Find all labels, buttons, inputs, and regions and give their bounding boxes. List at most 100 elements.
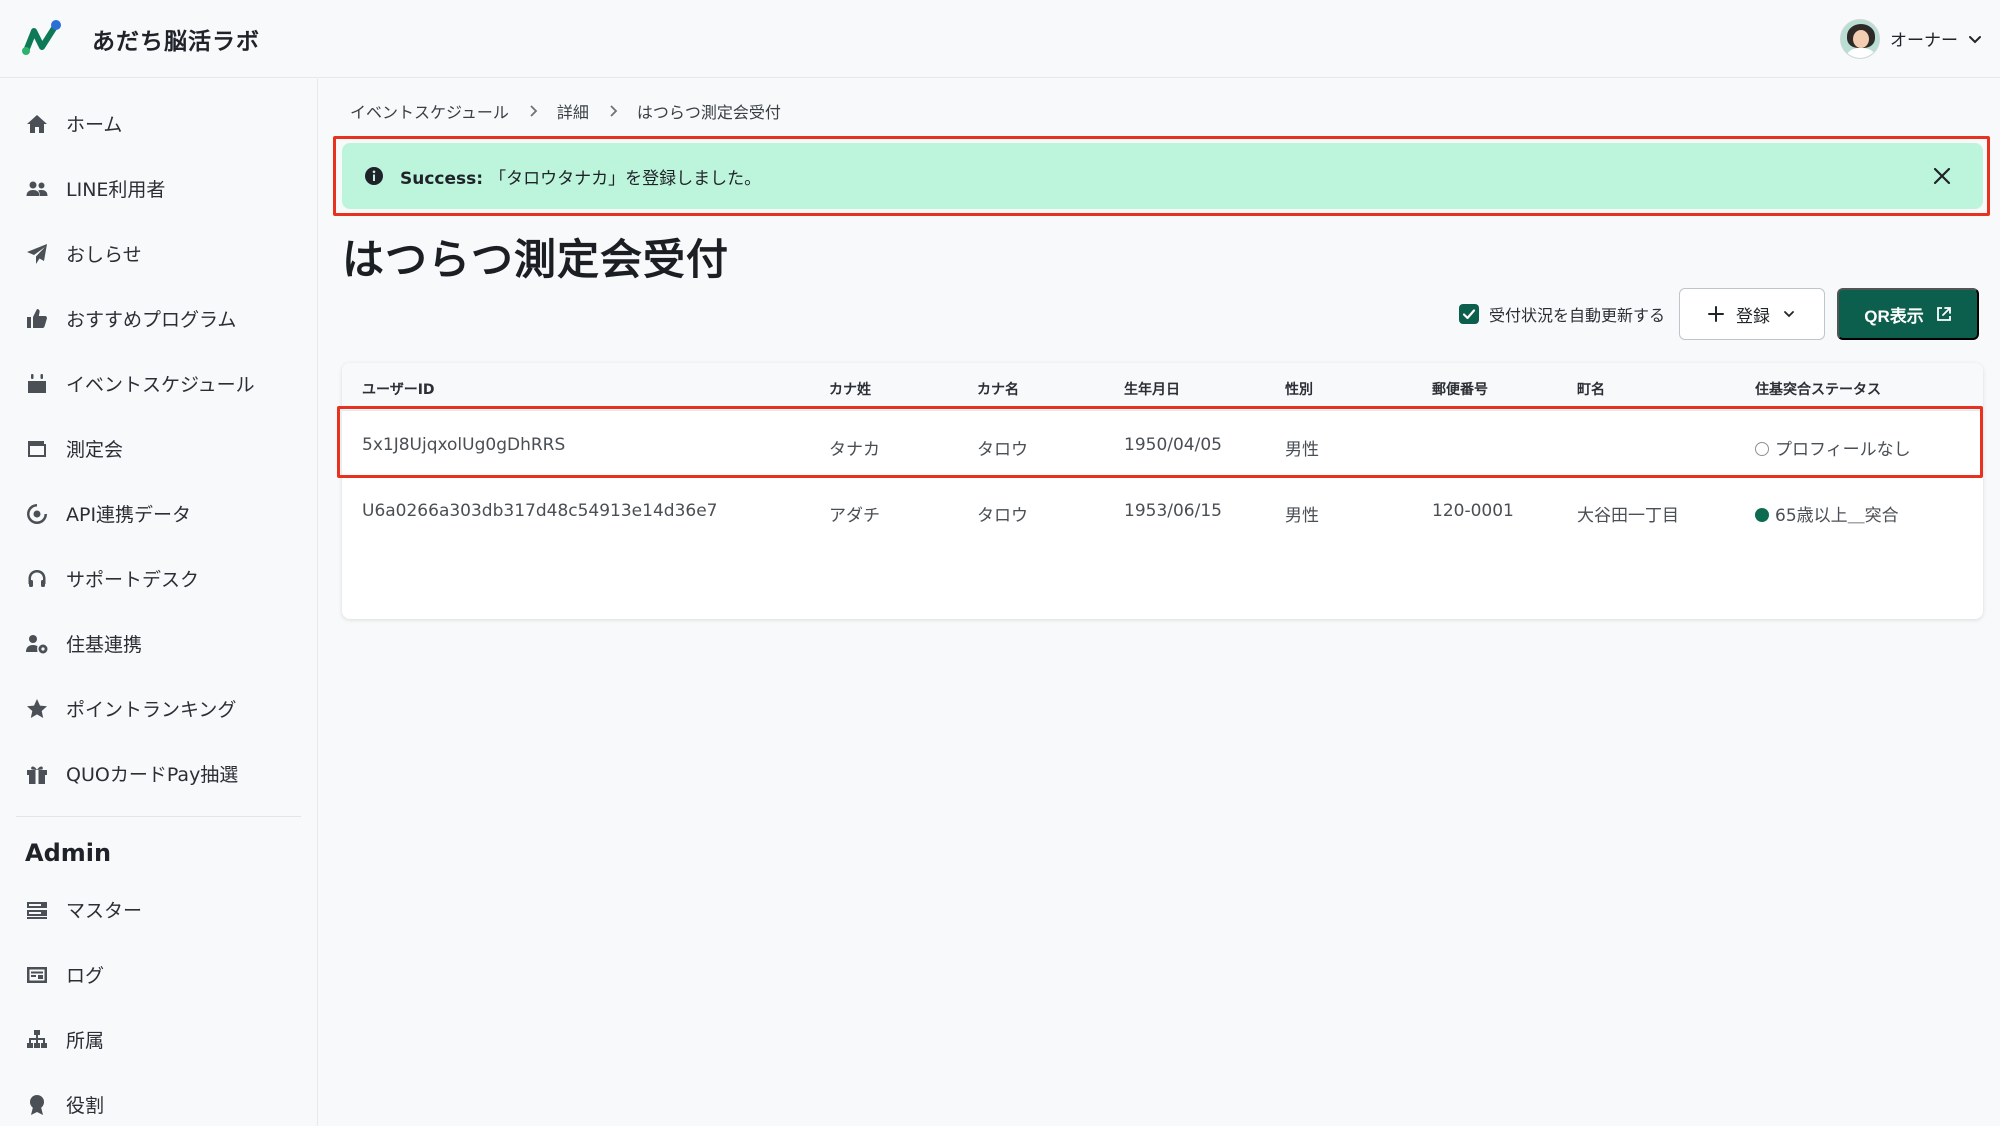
sidebar-item-label: LINE利用者 — [66, 179, 166, 201]
cell-postal: 120-0001 — [1432, 501, 1514, 521]
sidebar-item-resident-link[interactable]: 住基連携 — [0, 611, 317, 676]
sidebar-item-line-users[interactable]: LINE利用者 — [0, 156, 317, 221]
auto-refresh-toggle[interactable]: 受付状況を自動更新する — [1458, 302, 1665, 326]
sync-icon — [24, 501, 50, 527]
sidebar-item-label: おしらせ — [66, 244, 142, 266]
org-chart-icon — [24, 1027, 50, 1053]
gift-icon — [24, 761, 50, 787]
app-logo-icon — [22, 19, 61, 55]
chevron-down-icon — [1784, 311, 1794, 318]
qr-label: QR表示 — [1864, 306, 1924, 326]
avatar — [1840, 18, 1880, 59]
sidebar-item-support-desk[interactable]: サポートデスク — [0, 546, 317, 611]
breadcrumb: イベントスケジュール 詳細 はつらつ測定会受付 — [350, 99, 781, 123]
status-text: 65歳以上＿突合 — [1775, 506, 1899, 526]
brand[interactable]: あだち脳活ラボ — [20, 17, 260, 61]
sidebar-item-affiliation[interactable]: 所属 — [0, 1007, 317, 1072]
cell-gender: 男性 — [1285, 506, 1319, 526]
column-header-user-id[interactable]: ユーザーID — [362, 379, 435, 399]
sidebar-item-label: マスター — [66, 900, 143, 922]
column-header-postal[interactable]: 郵便番号 — [1432, 379, 1488, 399]
sidebar-item-event-schedule[interactable]: イベントスケジュール — [0, 351, 317, 416]
register-label: 登録 — [1736, 306, 1770, 326]
sidebar-item-api-data[interactable]: API連携データ — [0, 481, 317, 546]
column-header-kana-first[interactable]: カナ名 — [977, 379, 1019, 399]
chevron-down-icon — [1969, 35, 1981, 43]
breadcrumb-event-schedule[interactable]: イベントスケジュール — [350, 99, 509, 123]
alert-message: Success: 「タロウタナカ」を登録しました。 — [400, 164, 761, 189]
sidebar-item-news[interactable]: おしらせ — [0, 221, 317, 286]
paper-plane-icon — [24, 241, 50, 267]
wallet-icon — [24, 436, 50, 462]
sidebar-item-label: おすすめプログラム — [66, 309, 237, 331]
sidebar-item-label: ホーム — [66, 114, 123, 136]
cell-birthdate: 1953/06/15 — [1124, 501, 1222, 521]
external-link-icon — [1936, 307, 1951, 321]
column-header-status[interactable]: 住基突合ステータス — [1755, 379, 1881, 399]
chevron-right-icon — [530, 105, 538, 117]
alert-close-button[interactable] — [1929, 163, 1955, 189]
log-icon — [24, 962, 50, 988]
home-icon — [24, 111, 50, 137]
headset-icon — [24, 566, 50, 592]
top-header: あだち脳活ラボ オーナー — [0, 0, 2000, 78]
column-header-birthdate[interactable]: 生年月日 — [1124, 379, 1180, 399]
register-dropdown-button[interactable]: 登録 — [1679, 288, 1825, 340]
sidebar-item-measurement[interactable]: 測定会 — [0, 416, 317, 481]
cell-town: 大谷田一丁目 — [1577, 506, 1679, 526]
column-header-kana-last[interactable]: カナ姓 — [829, 379, 871, 399]
cell-status: 65歳以上＿突合 — [1755, 501, 1899, 526]
plus-icon — [1708, 306, 1724, 322]
close-icon — [1933, 167, 1951, 185]
sidebar-divider — [16, 816, 301, 817]
calendar-icon — [24, 371, 50, 397]
toolbar: 受付状況を自動更新する 登録 QR表示 — [1458, 288, 1979, 340]
table-header: ユーザーID カナ姓 カナ名 生年月日 性別 郵便番号 町名 住基突合ステータス — [342, 363, 1983, 411]
sidebar-item-label: イベントスケジュール — [66, 374, 255, 396]
sidebar-item-home[interactable]: ホーム — [0, 91, 317, 156]
user-gear-icon — [24, 631, 50, 657]
chevron-right-icon — [610, 105, 618, 117]
main-content: イベントスケジュール 詳細 はつらつ測定会受付 Success: 「タロウタナカ」… — [319, 79, 2000, 1126]
alert-body: 「タロウタナカ」を登録しました。 — [489, 168, 762, 189]
sidebar-item-programs[interactable]: おすすめプログラム — [0, 286, 317, 351]
sidebar-admin-heading: Admin — [25, 839, 112, 867]
reception-table: ユーザーID カナ姓 カナ名 生年月日 性別 郵便番号 町名 住基突合ステータス… — [342, 363, 1983, 619]
sidebar-item-label: サポートデスク — [66, 569, 200, 591]
sidebar-item-log[interactable]: ログ — [0, 942, 317, 1007]
users-icon — [24, 176, 50, 202]
qr-display-button[interactable]: QR表示 — [1837, 288, 1979, 340]
column-header-gender[interactable]: 性別 — [1285, 379, 1313, 399]
page-title: はつらつ測定会受付 — [342, 235, 730, 284]
column-header-town[interactable]: 町名 — [1577, 379, 1605, 399]
user-menu[interactable]: オーナー — [1840, 18, 1982, 59]
sidebar-item-label: 所属 — [66, 1030, 105, 1052]
sidebar-item-master[interactable]: マスター — [0, 877, 317, 942]
breadcrumb-detail[interactable]: 詳細 — [557, 99, 589, 123]
sidebar-item-label: QUOカードPay抽選 — [66, 764, 239, 786]
auto-refresh-label: 受付状況を自動更新する — [1488, 306, 1665, 325]
checkmark-icon — [1462, 309, 1476, 320]
auto-refresh-checkbox[interactable] — [1458, 304, 1479, 324]
table-row[interactable]: U6a0266a303db317d48c54913e14d36e7 アダチ タロ… — [342, 477, 1983, 543]
badge-icon — [24, 1092, 50, 1118]
info-circle-icon — [365, 167, 383, 185]
status-filled-circle-icon — [1755, 508, 1769, 522]
cell-user-id: U6a0266a303db317d48c54913e14d36e7 — [362, 501, 718, 521]
server-icon — [24, 897, 50, 923]
sidebar-item-label: API連携データ — [66, 504, 192, 526]
sidebar-item-label: 役割 — [66, 1095, 105, 1117]
breadcrumb-current: はつらつ測定会受付 — [636, 103, 781, 122]
annotation-highlight-row — [337, 406, 1983, 478]
sidebar-item-quo-lottery[interactable]: QUOカードPay抽選 — [0, 741, 317, 806]
sidebar: ホーム LINE利用者 おしらせ おすすめプログラム イベントスケジュール 測定… — [0, 79, 318, 1126]
sidebar-item-label: 測定会 — [66, 439, 124, 461]
sidebar-item-label: ポイントランキング — [66, 699, 237, 721]
user-name: オーナー — [1890, 31, 1958, 51]
sidebar-item-label: 住基連携 — [66, 634, 143, 656]
success-alert: Success: 「タロウタナカ」を登録しました。 — [342, 143, 1983, 209]
sidebar-item-point-ranking[interactable]: ポイントランキング — [0, 676, 317, 741]
cell-kana-first: タロウ — [977, 506, 1028, 526]
sidebar-item-role[interactable]: 役割 — [0, 1072, 317, 1126]
sidebar-item-label: ログ — [66, 965, 105, 987]
